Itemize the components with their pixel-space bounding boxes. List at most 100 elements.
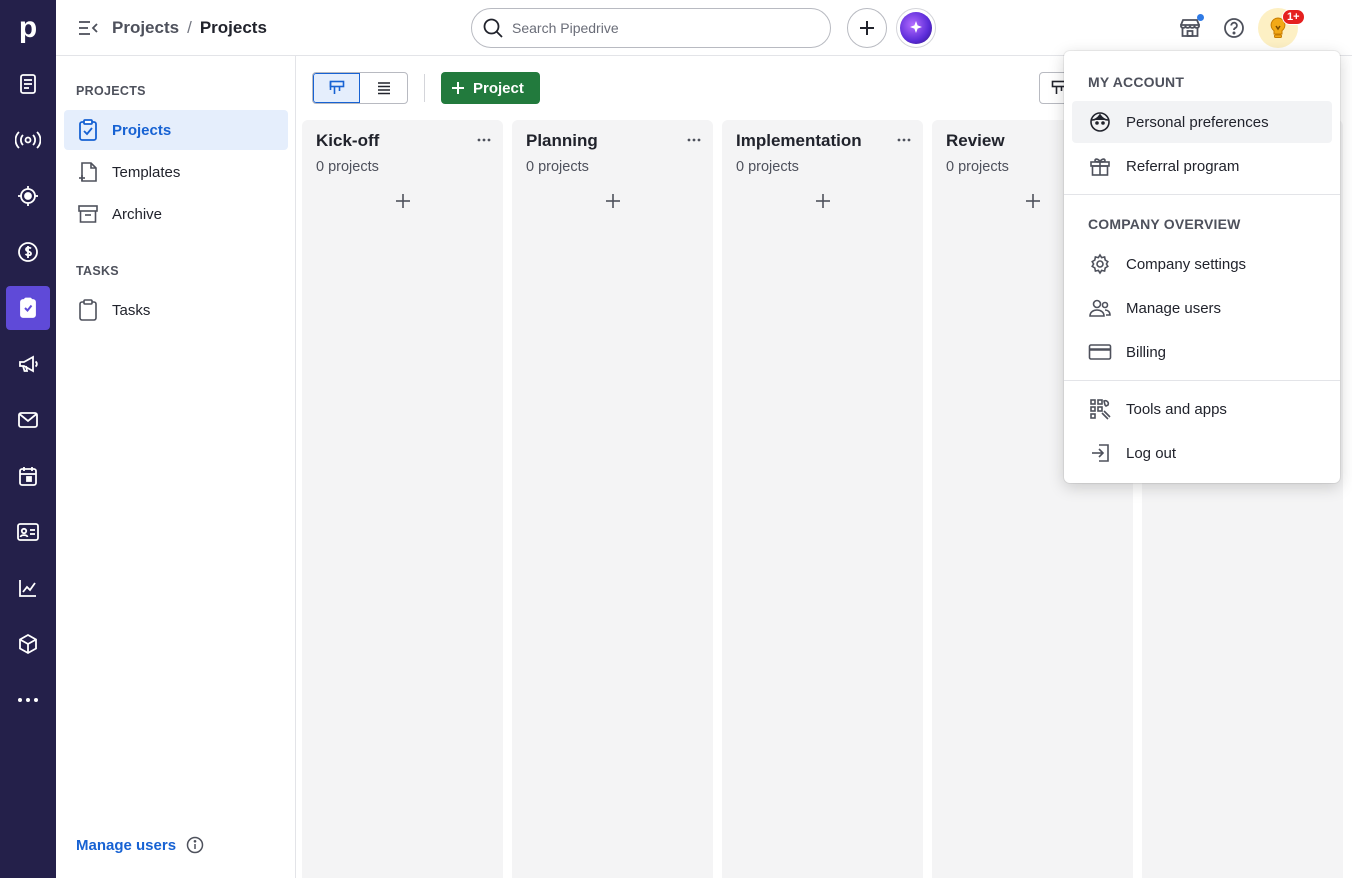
nav-leads[interactable] (6, 62, 50, 106)
chart-icon (19, 580, 36, 597)
gear-icon (1088, 252, 1112, 276)
nav-target[interactable] (6, 174, 50, 218)
sidebar-item-archive[interactable]: Archive (64, 194, 288, 234)
notification-dot (1197, 14, 1204, 21)
clipboard-check-icon (76, 118, 100, 142)
nav-activities[interactable] (6, 454, 50, 498)
sidebar-item-projects[interactable]: Projects (64, 110, 288, 150)
menu-item-label: Referral program (1126, 157, 1240, 175)
board-column: Implementation 0 projects (722, 120, 923, 878)
sparkle-icon (910, 21, 922, 33)
sidebar-item-label: Templates (112, 163, 181, 181)
broadcast-icon (15, 131, 41, 149)
nav-campaigns[interactable] (6, 342, 50, 386)
help-button[interactable] (1220, 14, 1248, 42)
ellipsis-icon (477, 138, 491, 142)
column-options-button[interactable] (685, 132, 703, 148)
search-input[interactable] (512, 20, 812, 36)
clipboard-icon (76, 298, 100, 322)
notification-badge: 1+ (1282, 9, 1305, 25)
nav-products[interactable] (6, 622, 50, 666)
ai-sparkle-orb (900, 12, 932, 44)
column-add-button[interactable] (1022, 190, 1044, 212)
ellipsis-icon (687, 138, 701, 142)
nav-contacts[interactable] (6, 510, 50, 554)
menu-item-personal-preferences[interactable]: Personal preferences (1072, 101, 1332, 143)
nav-broadcast[interactable] (6, 118, 50, 162)
menu-item-label: Billing (1126, 343, 1167, 361)
account-dropdown-menu: MY ACCOUNT Personal preferences Referral… (1064, 51, 1340, 483)
column-count: 0 projects (526, 159, 589, 175)
box-icon (19, 633, 37, 655)
quick-add-button[interactable] (847, 8, 887, 48)
sidebar-item-label: Tasks (112, 301, 151, 319)
sidebar-item-label: Archive (112, 205, 163, 223)
menu-item-tools-and-apps[interactable]: Tools and apps (1072, 388, 1332, 430)
column-count: 0 projects (316, 159, 379, 175)
manage-users-link[interactable]: Manage users (76, 837, 176, 854)
search-bar[interactable] (471, 8, 831, 48)
gift-icon (1088, 154, 1112, 178)
pipedrive-logo[interactable]: p (0, 0, 56, 56)
logo-letter: p (18, 11, 38, 44)
contacts-card-icon (17, 523, 39, 541)
sidebar-section-projects: PROJECTS (76, 84, 146, 98)
ai-assistant-button[interactable] (896, 8, 936, 48)
column-add-button[interactable] (392, 190, 414, 212)
nav-deals[interactable] (6, 230, 50, 274)
board-view-button[interactable] (313, 73, 361, 103)
menu-item-label: Log out (1126, 444, 1177, 462)
mail-icon (18, 412, 38, 428)
column-title: Kick-off (316, 131, 380, 150)
logout-icon (1088, 441, 1112, 465)
nav-more[interactable] (6, 678, 50, 722)
credit-card-icon (1088, 340, 1112, 364)
menu-collapse-icon (79, 21, 98, 35)
column-add-button[interactable] (602, 190, 624, 212)
menu-divider (1064, 380, 1340, 381)
column-count: 0 projects (736, 159, 799, 175)
breadcrumb-current: Projects (199, 18, 267, 37)
nav-projects[interactable] (6, 286, 50, 330)
plus-icon (860, 21, 874, 35)
breadcrumb-parent[interactable]: Projects (112, 18, 179, 38)
column-options-button[interactable] (475, 132, 493, 148)
calendar-icon (19, 467, 37, 486)
dollar-icon (18, 242, 38, 262)
column-count: 0 projects (946, 159, 1009, 175)
toolbar-divider (424, 74, 425, 102)
sidebar-item-label: Projects (112, 121, 172, 139)
list-view-button[interactable] (360, 73, 407, 103)
menu-item-log-out[interactable]: Log out (1072, 432, 1332, 474)
main-nav-rail: p (0, 0, 56, 878)
column-add-button[interactable] (812, 190, 834, 212)
breadcrumb: Projects / Projects (112, 18, 267, 38)
plus-icon (395, 194, 410, 208)
search-icon (483, 18, 503, 38)
nav-mail[interactable] (6, 398, 50, 442)
breadcrumb-separator: / (187, 18, 192, 37)
menu-item-referral-program[interactable]: Referral program (1072, 145, 1332, 187)
add-project-button[interactable]: Project (441, 72, 540, 104)
ellipsis-icon (897, 138, 911, 142)
more-icon (18, 698, 38, 702)
column-title: Implementation (736, 131, 862, 150)
menu-item-billing[interactable]: Billing (1072, 331, 1332, 373)
column-options-button[interactable] (895, 132, 913, 148)
megaphone-icon (19, 355, 38, 373)
menu-item-manage-users[interactable]: Manage users (1072, 287, 1332, 329)
menu-item-company-settings[interactable]: Company settings (1072, 243, 1332, 285)
column-title: Review (946, 131, 1005, 150)
nav-insights[interactable] (6, 566, 50, 610)
sidebar-item-tasks[interactable]: Tasks (64, 290, 288, 330)
marketplace-button[interactable] (1176, 14, 1204, 42)
info-icon[interactable] (186, 836, 204, 854)
board-column: Planning 0 projects (512, 120, 713, 878)
users-icon (1088, 296, 1112, 320)
menu-item-label: Tools and apps (1126, 400, 1227, 418)
collapse-menu-button[interactable] (76, 16, 100, 40)
add-project-label: Project (473, 79, 524, 97)
sidebar-item-templates[interactable]: Templates (64, 152, 288, 192)
sidebar-footer: Manage users (76, 836, 204, 854)
projects-icon (20, 297, 36, 318)
